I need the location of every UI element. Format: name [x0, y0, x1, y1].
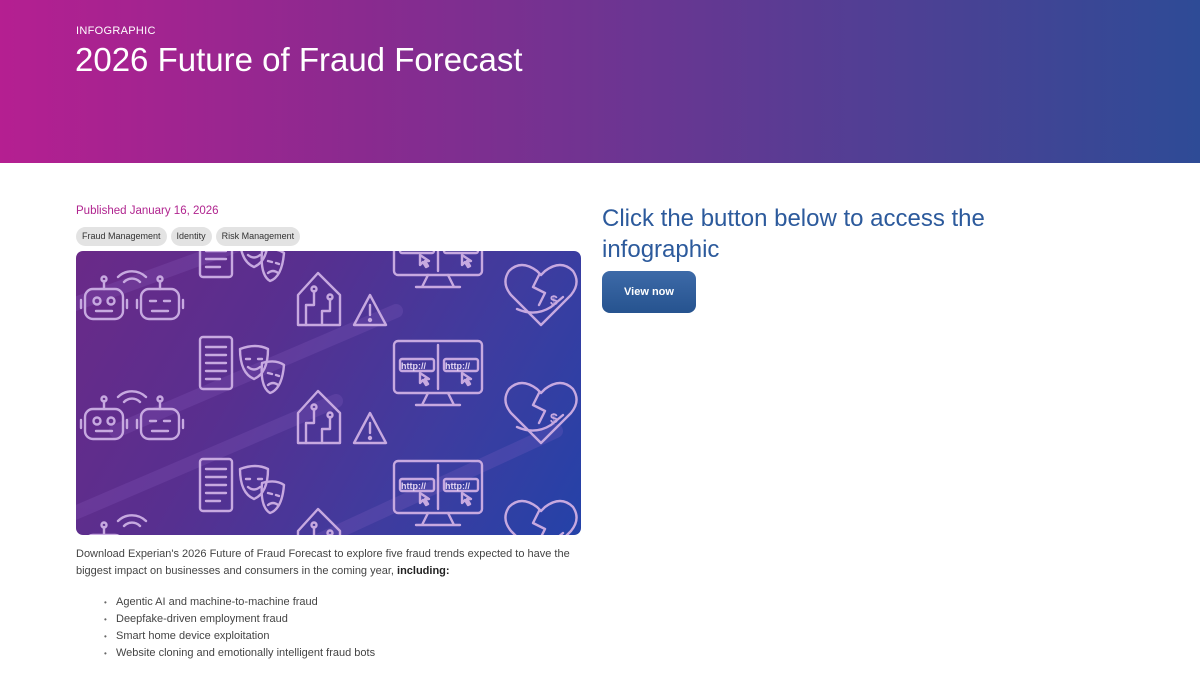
infographic-preview-image: http:// http:// http:// http:// $ $	[76, 251, 581, 535]
url-label: http://	[445, 481, 470, 491]
list-item: Agentic AI and machine-to-machine fraud	[104, 594, 375, 611]
hero-banner: INFOGRAPHIC 2026 Future of Fraud Forecas…	[0, 0, 1200, 163]
tag-fraud-management[interactable]: Fraud Management	[76, 227, 167, 246]
intro-paragraph: Download Experian's 2026 Future of Fraud…	[76, 548, 570, 577]
view-now-button[interactable]: View now	[602, 271, 696, 313]
content-type-label: INFOGRAPHIC	[76, 25, 156, 37]
cta-heading: Click the button below to access the inf…	[602, 205, 985, 263]
tag-risk-management[interactable]: Risk Management	[215, 227, 301, 246]
list-item: Smart home device exploitation	[104, 628, 375, 645]
published-date: Published January 16, 2026	[76, 205, 219, 217]
tag-identity[interactable]: Identity	[170, 227, 212, 246]
url-label: http://	[401, 481, 426, 491]
intro-emphasis: including:	[397, 565, 450, 577]
svg-text:$: $	[550, 410, 558, 426]
tag-list: Fraud Management Identity Risk Managemen…	[76, 227, 301, 246]
list-item: Deepfake-driven employment fraud	[104, 611, 375, 628]
svg-text:$: $	[550, 292, 558, 308]
trend-list: Agentic AI and machine-to-machine fraud …	[104, 594, 375, 662]
url-label: http://	[445, 361, 470, 371]
url-label: http://	[401, 361, 426, 371]
page-title: 2026 Future of Fraud Forecast	[75, 41, 523, 78]
list-item: Website cloning and emotionally intellig…	[104, 645, 375, 662]
